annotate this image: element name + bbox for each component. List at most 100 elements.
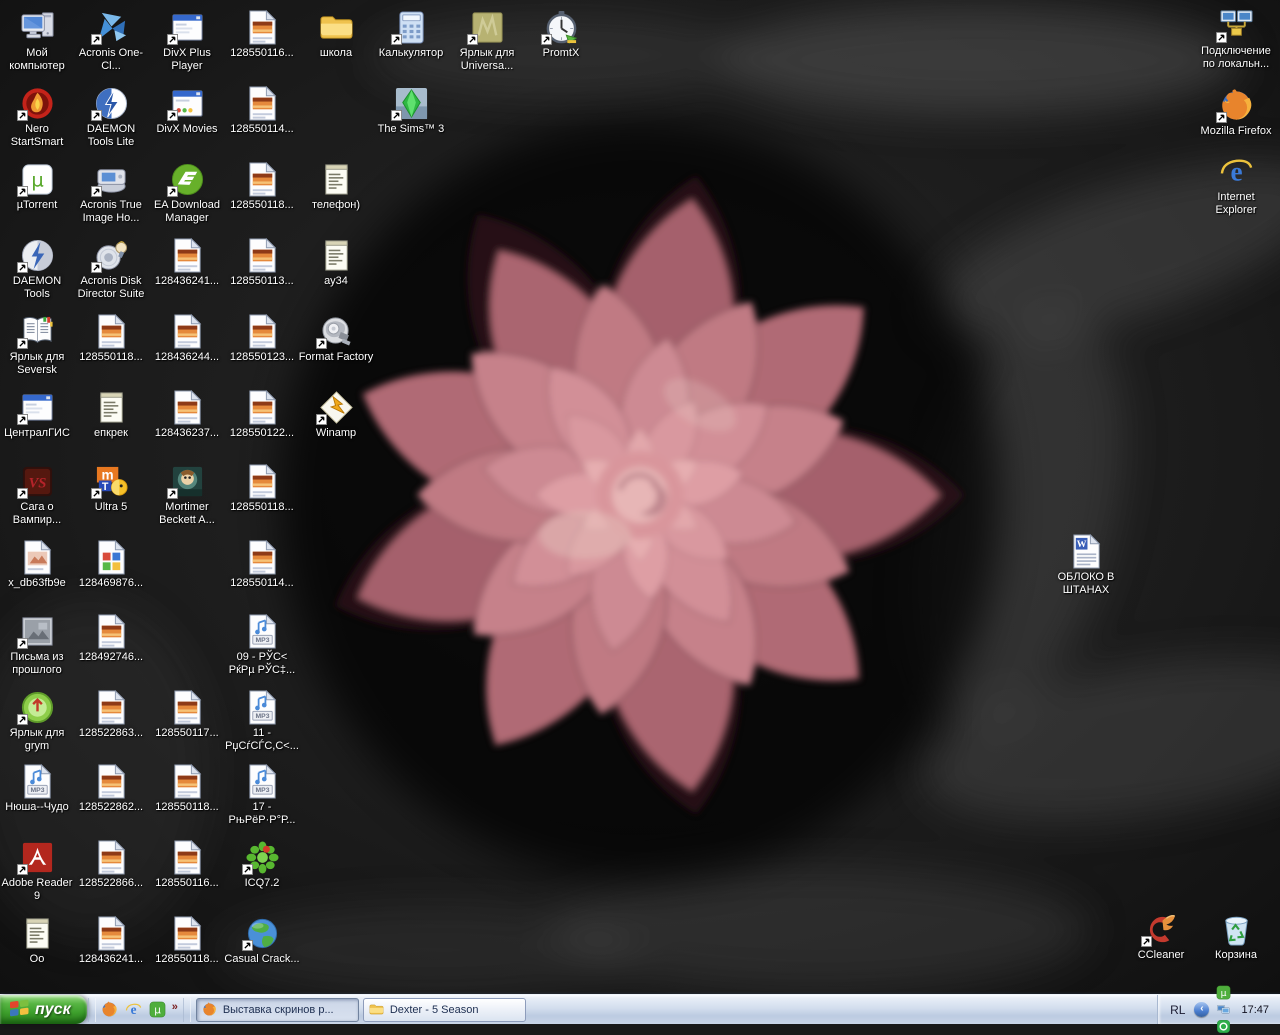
desktop-icon[interactable]: Mozilla Firefox [1198,86,1274,138]
desktop-icon[interactable]: Письма из прошлого [0,612,75,677]
desktop-icon[interactable]: Adobe Reader 9 [0,838,75,903]
desktop-icon[interactable]: MP311 - РџСѓСЃС,С<... [224,688,300,753]
utorrent-green-tray-icon[interactable]: µ [1215,984,1232,1001]
desktop-icon[interactable]: 128550118... [73,312,149,364]
desktop-icon[interactable]: eInternet Explorer [1198,152,1274,217]
taskbar-divider [183,998,191,1022]
page-shapes-icon [91,538,131,575]
desktop: Мой компьютерAcronis One-Cl...DivX Plus … [0,0,1280,995]
desktop-icon[interactable]: µµTorrent [0,160,75,212]
desktop-icon[interactable]: 128522866... [73,838,149,890]
desktop-icon[interactable]: 128550118... [224,462,300,514]
desktop-icon[interactable]: mTUltra 5 [73,462,149,514]
desktop-icon[interactable]: 128436241... [149,236,225,288]
desktop-icon[interactable]: епкрек [73,388,149,440]
quick-launch-expand-chevron[interactable]: » [170,1001,182,1019]
desktop-icon[interactable]: PromtX [523,8,599,60]
desktop-icon[interactable]: The Sims™ 3 [373,84,449,136]
desktop-icon[interactable]: Корзина [1198,910,1274,962]
desktop-icon[interactable]: школа [298,8,374,60]
desktop-icon[interactable]: Casual Crack... [224,914,300,966]
doc-orange-icon [91,688,131,725]
desktop-icon[interactable]: Acronis Disk Director Suite [73,236,149,301]
desktop-icon[interactable]: Ярлык для grym [0,688,75,753]
desktop-icon[interactable]: 128550114... [224,538,300,590]
desktop-icon[interactable]: MP3Нюша--Чудо [0,762,75,814]
desktop-icon[interactable]: Подключение по локальн... [1198,6,1274,71]
tray-collapse-chevron-icon[interactable]: ‹ [1194,1002,1209,1017]
desktop-icon[interactable]: 128522862... [73,762,149,814]
desktop-icon[interactable]: 128550113... [224,236,300,288]
task-button[interactable]: Выставка скринов р... [196,998,359,1022]
desktop-icon[interactable]: Acronis True Image Ho... [73,160,149,225]
desktop-icon[interactable]: Ярлык для Seversk [0,312,75,377]
desktop-icon[interactable]: телефон) [298,160,374,212]
desktop-icon-label: DivX Movies [156,123,217,136]
green-app-tray-icon[interactable] [1215,1018,1232,1035]
desktop-icon-label: Casual Crack... [224,953,299,966]
desktop-icon[interactable]: x_db63fb9e [0,538,75,590]
task-button[interactable]: Dexter - 5 Season [363,998,526,1022]
utorrent-green-quicklaunch-icon[interactable]: µ [148,1000,167,1019]
desktop-icon[interactable]: 128550118... [149,762,225,814]
desktop-icon-label: 128522866... [79,877,143,890]
desktop-icon[interactable]: Oo [0,914,75,966]
desktop-icon[interactable]: VSСага о Вампир... [0,462,75,527]
sims-icon [391,84,431,121]
desktop-icon[interactable]: 128436241... [73,914,149,966]
desktop-icon[interactable]: MP309 - РЎС< РќРµ РЎС‡... [224,612,300,677]
desktop-icon[interactable]: 128469876... [73,538,149,590]
desktop-icon[interactable]: WОБЛОКО В ШТАНАХ [1048,532,1124,597]
desktop-icon[interactable]: Winamp [298,388,374,440]
notepad-icon [316,160,356,197]
language-indicator[interactable]: RL [1167,1002,1188,1018]
acronis-true-icon [91,160,131,197]
desktop-icon-label: 128550118... [230,501,293,514]
desktop-icon[interactable]: EA Download Manager [149,160,225,225]
doc-pale-icon [17,538,57,575]
desktop-icon[interactable]: 128550122... [224,388,300,440]
desktop-icon[interactable]: Ярлык для Universa... [449,8,525,73]
desktop-icon[interactable]: ay34 [298,236,374,288]
desktop-icon[interactable]: Mortimer Beckett A... [149,462,225,527]
desktop-icon[interactable]: DivX Plus Player [149,8,225,73]
tray-network-tray-icon[interactable] [1215,1001,1232,1018]
desktop-icon[interactable]: 128436244... [149,312,225,364]
desktop-icon[interactable]: 128550123... [224,312,300,364]
vampire-icon: VS [17,462,57,499]
desktop-icon-label: 128550113... [230,275,293,288]
desktop-icon-label: Mozilla Firefox [1201,125,1272,138]
desktop-icon[interactable]: 128550116... [149,838,225,890]
desktop-icon[interactable]: DAEMON Tools Lite [73,84,149,149]
desktop-icon[interactable]: 128550117... [149,688,225,740]
desktop-icon[interactable]: MP317 - РњРёР·Р°Р... [224,762,300,827]
desktop-icon[interactable]: Калькулятор [373,8,449,60]
desktop-icon[interactable]: CCleaner [1123,910,1199,962]
desktop-icon[interactable]: 128550114... [224,84,300,136]
desktop-icon-label: 128436237... [155,427,219,440]
desktop-icon[interactable]: ЦентралГИС [0,388,75,440]
desktop-icon[interactable]: 128492746... [73,612,149,664]
my-computer-icon [17,8,57,45]
grym-icon [17,688,57,725]
ie-quicklaunch-icon[interactable]: e [124,1000,143,1019]
desktop-icon[interactable]: 128550118... [224,160,300,212]
desktop-icon-label: DAEMON Tools [0,275,75,301]
desktop-icon[interactable]: Format Factory [298,312,374,364]
desktop-icon[interactable]: Nero StartSmart [0,84,75,149]
desktop-icon-label: Format Factory [299,351,374,364]
start-button[interactable]: пуск [0,995,87,1024]
desktop-icon[interactable]: 128522863... [73,688,149,740]
desktop-icon[interactable]: Мой компьютер [0,8,75,73]
globe-icon [242,914,282,951]
firefox-quicklaunch-icon[interactable] [100,1000,119,1019]
desktop-icon[interactable]: Acronis One-Cl... [73,8,149,73]
desktop-icon[interactable]: ICQ7.2 [224,838,300,890]
desktop-icon[interactable]: DAEMON Tools [0,236,75,301]
desktop-icon[interactable]: 128550116... [224,8,300,60]
desktop-icon[interactable]: 128550118... [149,914,225,966]
desktop-icon[interactable]: 128436237... [149,388,225,440]
desktop-icon[interactable]: DivX Movies [149,84,225,136]
desktop-icon-label: The Sims™ 3 [378,123,445,136]
desktop-icon-label: Mortimer Beckett A... [149,501,225,527]
